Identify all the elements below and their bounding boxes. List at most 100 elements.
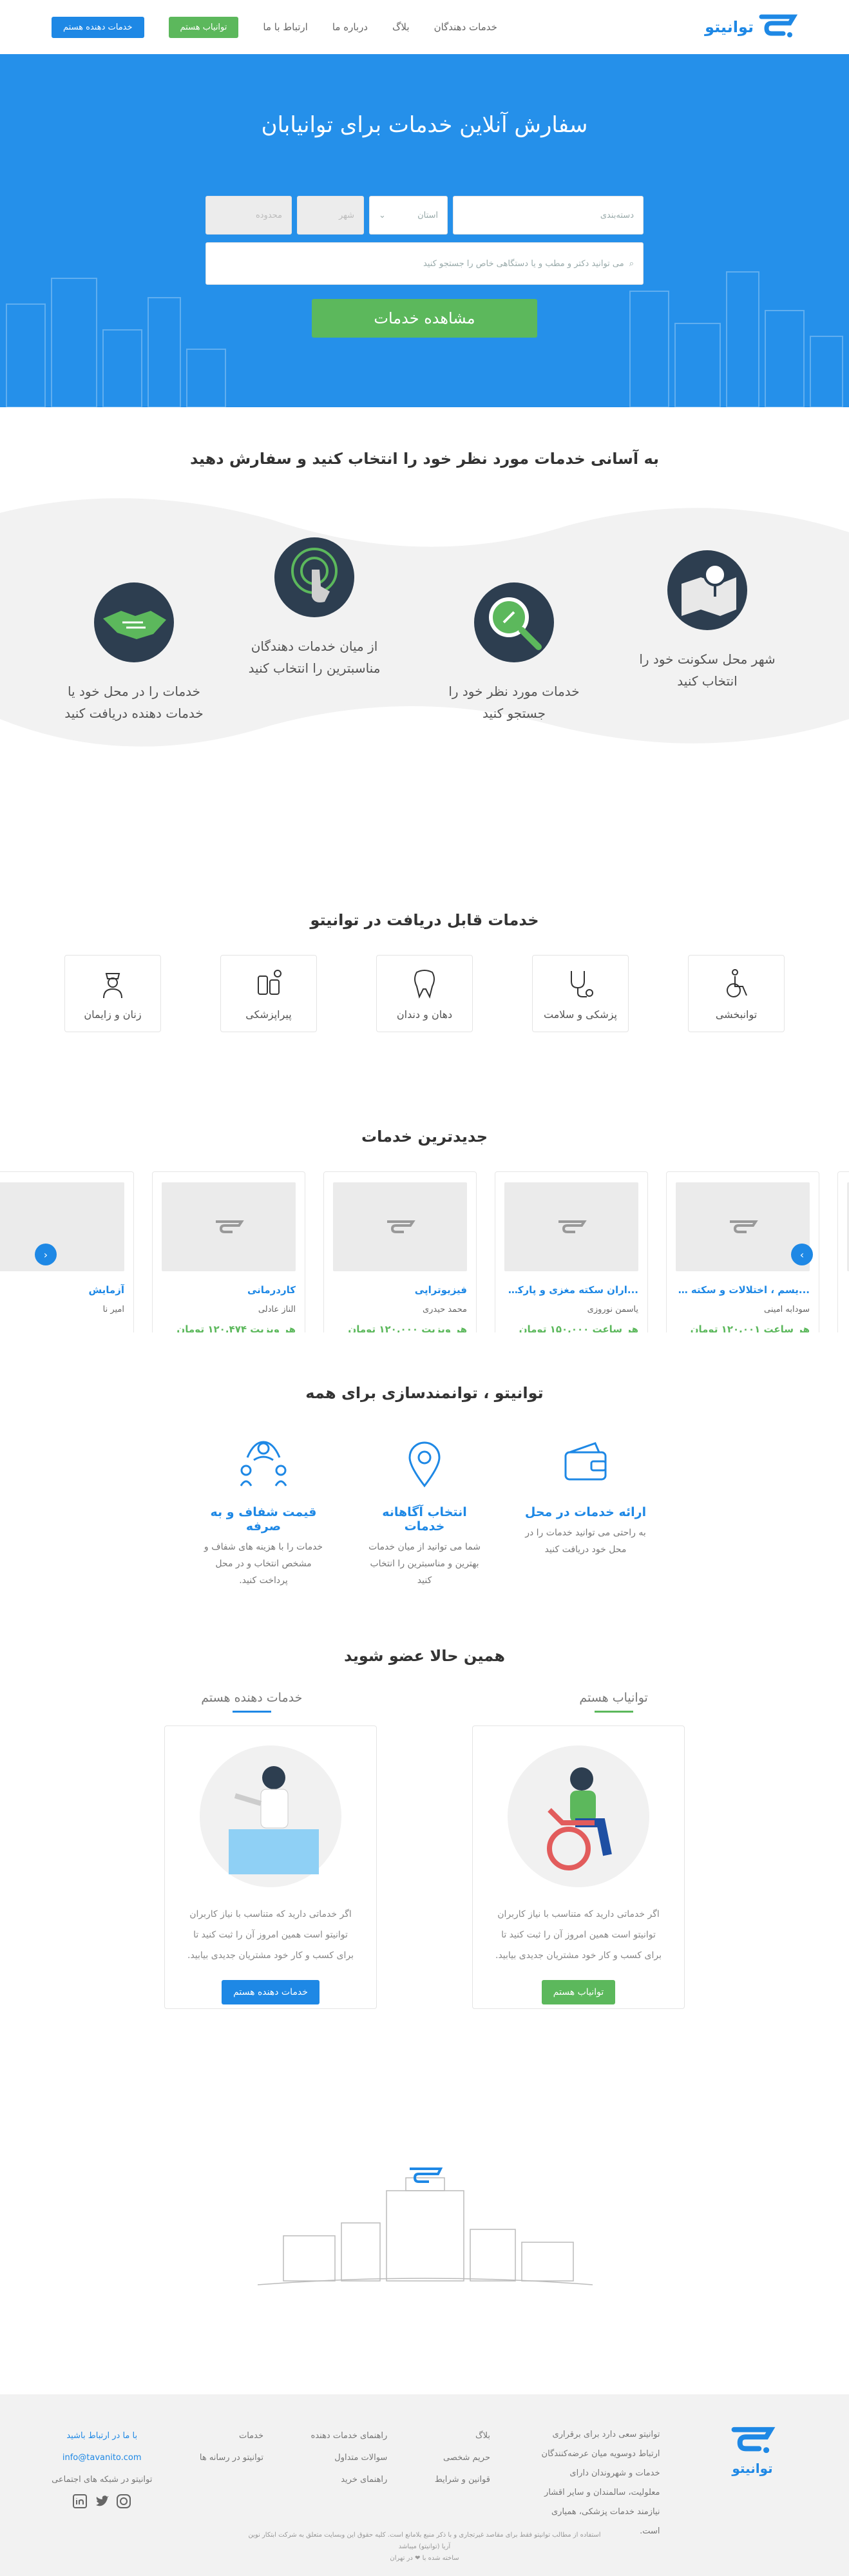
people-icon [240,1441,287,1486]
category-paramedical-label: پیراپزشکی [245,1008,292,1021]
map-pin-icon [662,545,752,635]
feature-informed-text: شما می توانید از میان خدمات بهترین و منا… [368,1542,481,1586]
category-rehab[interactable]: توانبخشی [688,955,785,1032]
categories-section: خدمات قابل دریافت در توانیتو توانبخشی پز… [0,854,849,1032]
service-card-partial-left[interactable]: آزمایش امیر نا [0,1171,134,1332]
category-paramedical[interactable]: پیراپزشکی [220,955,317,1032]
join-provider-button[interactable]: خدمات دهنده هستم [222,1980,320,2004]
join-seeker-button[interactable]: توانیاب هستم [541,1980,616,2004]
step-1-line2: انتخاب کنید [677,673,738,689]
footer-about: توانیتو سعی دارد برای برقراری ارتباط دوس… [541,2430,660,2536]
nav-contact[interactable]: ارتباط با ما [263,21,307,33]
instagram-icon[interactable] [116,2494,131,2518]
view-services-button[interactable]: مشاهده خدمات [312,299,537,338]
tab-underline [232,1711,271,1713]
doctor-illustration [200,1745,341,1887]
chevron-left-icon: ‹ [43,1248,48,1261]
twitter-icon[interactable] [94,2494,110,2518]
nurse-icon [103,972,122,998]
step-2-line1: خدمات مورد نظر خود را [448,684,580,699]
nav-blog[interactable]: بلاگ [392,21,410,33]
skyline-left-illustration [6,278,226,407]
footer-link-faq[interactable]: سوالات متداول [311,2447,387,2469]
feature-price-text: خدمات را با هزینه های شفاف و مشخص انتخاب… [204,1542,323,1586]
service-provider: محمد حیدری [422,1305,467,1314]
tooth-icon [414,969,435,999]
step-4-line2: خدمات دهنده دریافت کنید [64,706,204,721]
service-title: فیزیوتراپی [414,1284,467,1296]
step-4-line1: خدمات را در محل خود یا [67,684,201,699]
province-select[interactable]: استان ⌄ [369,196,448,235]
service-image-placeholder [333,1182,467,1271]
feature-onsite-title: ارائه خدمات در محل [524,1505,647,1519]
step-search: خدمات مورد نظر خود را جستجو کنید [443,577,585,724]
service-card[interactable]: ...اران سکته مغزی و پارکینسون یاسمن نورو… [495,1171,648,1332]
service-price: هر ویزیت ۱۲۰,۰۰۰ تومان [348,1323,467,1332]
service-image-placeholder [0,1182,124,1271]
wallet-icon [564,1442,607,1481]
footer-link-purchase-guide[interactable]: راهنمای خرید [311,2469,387,2491]
site-header: توانیتو خدمات دهندگان بلاگ درباره ما ارت… [0,0,849,54]
footer-link-blog[interactable]: بلاگ [435,2425,490,2447]
category-medical-label: پزشکی و سلامت [544,1008,617,1021]
seeker-card-text: اگر خدماتی دارید که متناسب با نیاز کاربر… [495,1909,662,1961]
footer-logo[interactable]: توانیتو [707,2425,797,2541]
footer-link-media[interactable]: توانیتو در رسانه ها [200,2447,263,2469]
category-field-text: دسته‌بندی [600,210,634,220]
footer-link-terms[interactable]: قوانین و شرایط [435,2469,490,2491]
category-rehab-label: توانبخشی [715,1008,758,1021]
footer-link-services[interactable]: خدمات [200,2425,263,2447]
footer-email[interactable]: info@tavanito.com [52,2447,152,2469]
category-field[interactable]: دسته‌بندی [453,196,644,235]
hero-title: سفارش آنلاین خدمات برای توانیابان [261,112,588,138]
nav-about[interactable]: درباره ما [332,21,368,33]
tab-seeker-label: توانیاب هستم [579,1691,648,1705]
service-card[interactable]: کاردرمانی الناز عادلی هر ویزیت ۱۲۰,۴۷۴ ت… [152,1171,305,1332]
steps-row: شهر محل سکونت خود را انتخاب کنید خدمات مو… [0,494,849,854]
features-title: توانیتو ، توانمندسازی برای همه [305,1384,544,1402]
category-gynecology[interactable]: زنان و زایمان [64,955,161,1032]
step-select-city: شهر محل سکونت خود را انتخاب کنید [636,545,778,692]
footer-col-2: راهنمای خدمات دهنده سوالات متداول راهنما… [311,2425,388,2541]
slider-next-button[interactable]: › [791,1244,813,1265]
tab-provider[interactable]: خدمات دهنده هستم [201,1691,302,1713]
wheelchair-icon [727,968,747,997]
category-dental[interactable]: دهان و دندان [376,955,473,1032]
nav-providers[interactable]: خدمات دهندگان [434,21,497,33]
footer-copyright-line2: ساخته شده با ❤ در تهران [390,2555,459,2562]
service-title: ...اران سکته مغزی و پارکینسون [504,1284,638,1296]
skyline-right-illustration [629,271,843,407]
slider-prev-button[interactable]: ‹ [35,1244,57,1265]
touch-icon [269,532,359,622]
area-select[interactable]: محدوده [205,196,292,235]
stethoscope-icon [571,970,593,997]
provider-button[interactable]: خدمات دهنده هستم [52,16,144,38]
social-icons [52,2494,152,2518]
footer-link-provider-guide[interactable]: راهنمای خدمات دهنده [311,2425,388,2447]
footer-link-privacy[interactable]: حریم شخصی [435,2447,490,2469]
linkedin-icon[interactable] [72,2494,88,2518]
search-input[interactable]: ⌕ می توانید دکتر و مطب و یا دستگاهی خاص … [205,242,644,285]
service-card[interactable]: فیزیوتراپی محمد حیدری هر ویزیت ۱۲۰,۰۰۰ ت… [323,1171,477,1332]
category-medical[interactable]: پزشکی و سلامت [532,955,629,1032]
city-select-text: شهر [338,210,354,220]
chevron-down-icon: ⌄ [379,210,386,220]
step-choose-provider: از میان خدمات دهندگان مناسبترین را انتخاب… [243,532,385,679]
brand-logo[interactable]: توانیتو [705,13,798,41]
service-provider: یاسمن نوروزی [587,1305,638,1314]
tab-seeker[interactable]: توانیاب هستم [579,1691,648,1713]
medical-equipment-icon [258,969,281,995]
footer-contact: با ما در ارتباط باشید info@tavanito.com … [52,2425,152,2541]
seeker-button[interactable]: توانیاب هستم [168,16,239,38]
footer-social-title: توانیتو در شبکه های اجتماعی [52,2475,153,2485]
categories-row: توانبخشی پزشکی و سلامت دهان و دندان پیرا… [0,955,849,1032]
category-dental-label: دهان و دندان [396,1008,453,1021]
tab-underline [594,1711,633,1713]
step-1-line1: شهر محل سکونت خود را [639,651,776,667]
service-price: هر ساعت ۱۵۰,۰۰۰ تومان [519,1323,638,1332]
search-input-placeholder: می توانید دکتر و مطب و یا دستگاهی خاص را… [423,258,624,269]
service-title: کاردرمانی [247,1284,296,1296]
service-card-partial-right[interactable]: هـ [837,1171,849,1332]
city-select[interactable]: شهر [297,196,364,235]
chevron-right-icon: › [799,1248,805,1261]
